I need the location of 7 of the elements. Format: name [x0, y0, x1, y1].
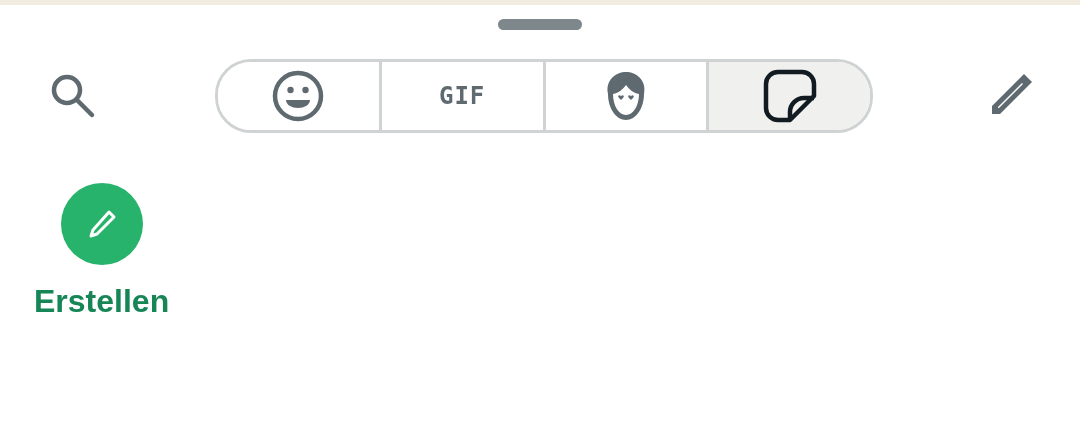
sticker-icon — [762, 69, 817, 123]
create-sticker-button[interactable]: Erstellen — [34, 183, 170, 320]
create-label: Erstellen — [34, 283, 170, 320]
gif-label: GIF — [438, 82, 486, 110]
tab[interactable] — [706, 62, 870, 130]
drag-handle[interactable] — [498, 19, 582, 30]
smiley-icon — [271, 69, 326, 123]
